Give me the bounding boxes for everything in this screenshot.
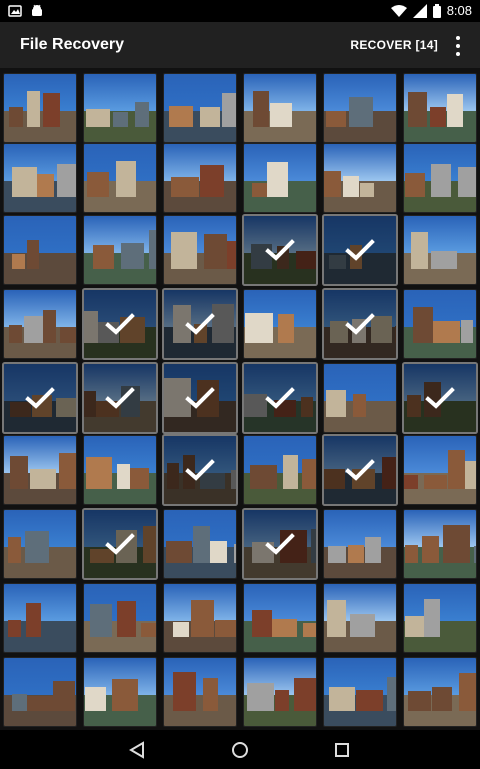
photo-thumbnail[interactable] [4,216,76,284]
photo-thumbnail[interactable] [324,290,396,358]
check-icon [265,239,295,261]
check-icon [265,387,295,409]
photo-thumbnail[interactable] [164,74,236,142]
photo-thumbnail[interactable] [84,216,156,284]
photo-thumbnail[interactable] [244,584,316,652]
photo-thumbnail[interactable] [164,510,236,578]
overflow-menu-icon[interactable] [450,36,466,56]
app-bar: File Recovery RECOVER [14] [0,22,480,68]
check-icon [105,313,135,335]
photo-thumbnail[interactable] [404,436,476,504]
cell-signal-icon [412,3,427,18]
photo-thumbnail[interactable] [244,144,316,212]
check-icon [345,313,375,335]
back-icon[interactable] [125,738,149,762]
photo-thumbnail[interactable] [84,436,156,504]
photo-thumbnail[interactable] [164,658,236,726]
photo-thumbnail[interactable] [84,144,156,212]
photo-thumbnail[interactable] [164,144,236,212]
status-bar: 8:08 [0,0,480,22]
photo-thumbnail[interactable] [404,658,476,726]
photo-grid [0,70,480,730]
recents-icon[interactable] [330,738,354,762]
photo-thumbnail[interactable] [404,74,476,142]
photo-thumbnail[interactable] [164,216,236,284]
check-icon [185,313,215,335]
photo-thumbnail[interactable] [84,74,156,142]
photo-thumbnail[interactable] [4,364,76,432]
photo-thumbnail[interactable] [404,216,476,284]
check-icon [105,387,135,409]
photo-thumbnail[interactable] [4,144,76,212]
photo-thumbnail[interactable] [404,584,476,652]
recover-button[interactable]: RECOVER [14] [350,38,438,52]
photo-thumbnail[interactable] [324,436,396,504]
photo-thumbnail[interactable] [404,364,476,432]
check-icon [265,533,295,555]
photo-thumbnail[interactable] [324,364,396,432]
android-notification-icon [32,4,42,16]
photo-thumbnail[interactable] [4,658,76,726]
gallery-notification-icon [8,5,22,17]
wifi-icon [390,4,407,17]
app-title: File Recovery [20,36,125,53]
photo-thumbnail[interactable] [324,584,396,652]
check-icon [425,387,455,409]
photo-thumbnail[interactable] [164,290,236,358]
photo-thumbnail[interactable] [324,658,396,726]
check-icon [105,533,135,555]
photo-thumbnail[interactable] [244,216,316,284]
photo-thumbnail[interactable] [84,364,156,432]
check-icon [25,387,55,409]
photo-thumbnail[interactable] [244,290,316,358]
photo-thumbnail[interactable] [164,436,236,504]
photo-thumbnail[interactable] [404,290,476,358]
navigation-bar [0,730,480,769]
home-icon[interactable] [228,738,252,762]
check-icon [185,387,215,409]
photo-thumbnail[interactable] [4,436,76,504]
photo-thumbnail[interactable] [404,144,476,212]
photo-thumbnail[interactable] [404,510,476,578]
photo-thumbnail[interactable] [324,216,396,284]
photo-thumbnail[interactable] [244,364,316,432]
photo-thumbnail[interactable] [164,584,236,652]
check-icon [345,239,375,261]
check-icon [345,459,375,481]
photo-thumbnail[interactable] [164,364,236,432]
photo-thumbnail[interactable] [84,658,156,726]
photo-thumbnail[interactable] [324,74,396,142]
photo-thumbnail[interactable] [4,510,76,578]
battery-icon [432,3,441,18]
photo-thumbnail[interactable] [244,510,316,578]
photo-thumbnail[interactable] [244,436,316,504]
photo-thumbnail[interactable] [4,584,76,652]
photo-thumbnail[interactable] [84,584,156,652]
photo-thumbnail[interactable] [84,290,156,358]
photo-thumbnail[interactable] [4,74,76,142]
status-time: 8:08 [446,3,472,18]
photo-thumbnail[interactable] [4,290,76,358]
photo-thumbnail[interactable] [324,144,396,212]
photo-thumbnail[interactable] [324,510,396,578]
photo-thumbnail[interactable] [84,510,156,578]
check-icon [185,459,215,481]
photo-thumbnail[interactable] [244,658,316,726]
photo-thumbnail[interactable] [244,74,316,142]
